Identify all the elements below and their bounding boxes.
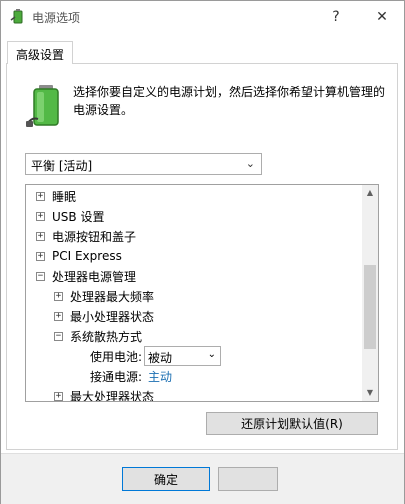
restore-plan-defaults-button[interactable]: 还原计划默认值(R) [206,412,378,435]
ok-button[interactable]: 确定 [122,467,210,491]
power-options-dialog: 电源选项 ? ✕ 高级设置 选择你要自定义的电源计划，然后选择你希望计算机管理的… [0,0,405,504]
chevron-down-icon: ⌄ [245,157,255,170]
plugged-in-value-link[interactable]: 主动 [148,368,172,385]
window-title: 电源选项 [32,11,81,25]
tree-item-sleep[interactable]: + 睡眠 [36,186,76,206]
tree-item-label: 处理器最大频率 [70,289,155,304]
tree-item-on-battery: 使用电池: [90,346,142,366]
scroll-up-icon[interactable]: ▲ [362,185,378,201]
tab-advanced-settings[interactable]: 高级设置 [7,41,73,64]
plan-combobox-value: 平衡 [活动] [31,159,93,173]
tree-scrollbar[interactable]: ▲ ▼ [362,185,378,401]
expand-icon[interactable]: + [54,311,63,321]
plan-description: 选择你要自定义的电源计划，然后选择你希望计算机管理的电源设置。 [73,85,386,117]
on-battery-label: 使用电池: [90,349,143,364]
expand-icon[interactable]: + [36,231,45,241]
tree-item-label: 系统散热方式 [70,329,143,344]
expand-icon[interactable]: + [54,391,63,401]
tree-item-label: 最大处理器状态 [70,389,155,402]
tree-item-max-processor-state[interactable]: + 最大处理器状态 [54,386,155,402]
tree-item-min-processor-state[interactable]: + 最小处理器状态 [54,306,154,326]
tree-item-processor-power-management[interactable]: − 处理器电源管理 [36,266,136,286]
tree-item-system-cooling-policy[interactable]: − 系统散热方式 [54,326,142,346]
dialog-footer: 确定 [1,453,404,504]
collapse-icon[interactable]: − [54,331,63,341]
tree-item-max-processor-frequency[interactable]: + 处理器最大频率 [54,286,154,306]
expand-icon[interactable]: + [54,291,63,301]
collapse-icon[interactable]: − [36,271,45,281]
battery-plug-icon [10,9,23,24]
tree-item-pci-express[interactable]: + PCI Express [36,246,122,266]
tree-item-usb-settings[interactable]: + USB 设置 [36,206,104,226]
tree-item-plugged-in: 接通电源: 主动 [90,366,172,386]
tree-item-label: 电源按钮和盖子 [52,229,137,244]
help-button[interactable]: ? [314,1,358,32]
plugged-in-label: 接通电源: [90,369,143,384]
tree-item-power-buttons-lid[interactable]: + 电源按钮和盖子 [36,226,136,246]
on-battery-value: 被动 [148,351,173,365]
scroll-thumb[interactable] [364,265,376,349]
close-button[interactable]: ✕ [360,1,404,32]
tree-item-label: USB 设置 [52,209,105,224]
plan-combobox[interactable]: 平衡 [活动] ⌄ [25,153,262,175]
tree-item-label: PCI Express [52,249,122,263]
tab-label: 高级设置 [16,48,65,62]
tree-item-label: 睡眠 [52,189,77,204]
cancel-button[interactable] [218,467,278,491]
tree-item-label: 最小处理器状态 [70,309,155,324]
tree-item-label: 处理器电源管理 [52,269,137,284]
expand-icon[interactable]: + [36,251,45,261]
battery-icon [26,85,59,127]
expand-icon[interactable]: + [36,211,45,221]
power-settings-tree[interactable]: + 睡眠 + USB 设置 + 电源按钮和盖子 + PCI Express − … [25,184,379,402]
expand-icon[interactable]: + [36,191,45,201]
scroll-down-icon[interactable]: ▼ [362,385,378,401]
chevron-down-icon: ⌄ [207,349,216,360]
title-bar: 电源选项 ? ✕ [1,1,404,32]
on-battery-select[interactable]: 被动 ⌄ [144,346,221,366]
